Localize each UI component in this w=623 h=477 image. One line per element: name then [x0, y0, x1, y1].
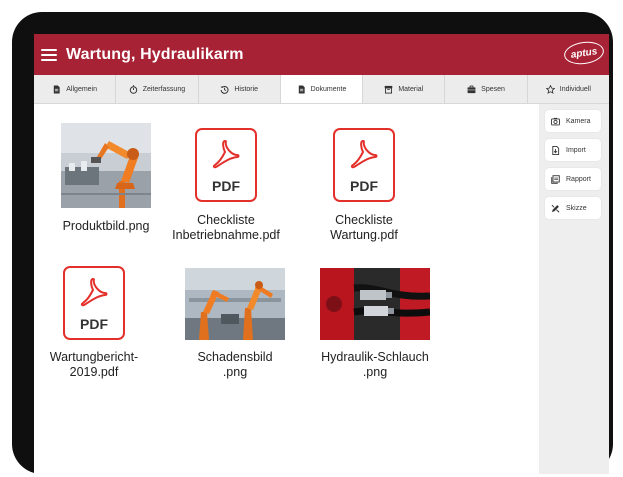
tab-historie[interactable]: Historie	[199, 75, 281, 103]
report-icon	[551, 174, 560, 184]
tab-material[interactable]: Material	[363, 75, 446, 103]
skizze-button[interactable]: Skizze	[545, 197, 601, 219]
aptus-logo: aptus	[562, 39, 606, 67]
file-name-line: Schadensbild	[197, 350, 273, 364]
sketch-icon	[551, 204, 560, 213]
tab-label: Historie	[234, 85, 259, 93]
import-button[interactable]: Import	[545, 139, 601, 161]
rapport-label: Rapport	[566, 175, 591, 183]
acrobat-icon	[80, 278, 108, 307]
file-tile-schadensbild[interactable]: Schadensbild .png	[170, 268, 300, 380]
file-name-line: 2019.pdf	[69, 365, 119, 379]
app-header: Wartung, Hydraulikarm aptus	[34, 34, 609, 75]
tab-label: Material	[398, 85, 424, 93]
pdf-file-icon: PDF	[333, 128, 395, 202]
pdf-file-icon: PDF	[195, 128, 257, 202]
tab-individuell[interactable]: Individuell	[528, 75, 609, 103]
file-name-line: Hydraulik-Schlauch	[321, 350, 429, 364]
document-icon	[54, 84, 60, 94]
skizze-label: Skizze	[566, 204, 587, 212]
product-image-thumbnail	[61, 123, 151, 208]
file-name: Schadensbild .png	[170, 350, 300, 380]
rapport-button[interactable]: Rapport	[545, 168, 601, 190]
tab-zeiterfassung[interactable]: Zeiterfassung	[116, 75, 199, 103]
pdf-label: PDF	[212, 178, 240, 194]
camera-label: Kamera	[566, 117, 591, 125]
file-name: Hydraulik-Schlauch .png	[310, 350, 440, 380]
file-name: Produktbild.png	[62, 219, 150, 233]
file-name: Checkliste Inbetriebnahme.pdf	[161, 213, 291, 243]
hydraulic-hose-image-thumbnail	[320, 268, 430, 340]
tab-label: Individuell	[559, 85, 591, 93]
app-screen: Wartung, Hydraulikarm aptus Allgemein Ze…	[34, 34, 609, 474]
file-name-line: Wartungbericht-	[49, 350, 139, 364]
action-sidebar: Kamera Import Rapport Skizze	[539, 104, 609, 474]
import-icon	[552, 145, 560, 155]
tab-label: Spesen	[481, 85, 505, 93]
file-name-line: .png	[222, 365, 248, 379]
briefcase-icon	[467, 85, 476, 93]
camera-icon	[551, 117, 560, 125]
pdf-file-icon: PDF	[63, 266, 125, 340]
document-grid: Produktbild.png PDF Checkliste Inbetrieb…	[34, 104, 539, 474]
history-icon	[220, 85, 229, 94]
tab-allgemein[interactable]: Allgemein	[34, 75, 117, 103]
menu-icon[interactable]	[41, 48, 57, 61]
stopwatch-icon	[129, 84, 137, 94]
damage-image-thumbnail	[185, 268, 285, 340]
tab-dokumente[interactable]: Dokumente	[280, 75, 364, 103]
file-tile-produktbild[interactable]: Produktbild.png	[41, 123, 171, 234]
tab-label: Zeiterfassung	[142, 85, 186, 93]
file-name: Wartungbericht- 2019.pdf	[34, 350, 159, 380]
tab-bar: Allgemein Zeiterfassung Historie Dokumen…	[34, 75, 609, 104]
tab-label: Allgemein	[66, 85, 98, 93]
file-name-line: Inbetriebnahme.pdf	[172, 228, 280, 242]
acrobat-icon	[212, 140, 240, 169]
pdf-label: PDF	[80, 316, 108, 332]
star-icon	[545, 84, 555, 94]
file-name-line: .png	[362, 365, 388, 379]
document-icon	[298, 84, 305, 94]
tablet-frame: Wartung, Hydraulikarm aptus Allgemein Ze…	[12, 12, 613, 474]
file-tile-checkliste-inbetriebnahme[interactable]: PDF Checkliste Inbetriebnahme.pdf	[161, 128, 291, 243]
import-label: Import	[566, 146, 586, 154]
file-name: Checkliste Wartung.pdf	[299, 213, 429, 243]
file-name-line: Checkliste	[197, 213, 255, 227]
box-icon	[385, 85, 393, 94]
acrobat-icon	[350, 140, 378, 169]
file-tile-checkliste-wartung[interactable]: PDF Checkliste Wartung.pdf	[299, 128, 429, 243]
file-name-line: Wartung.pdf	[330, 228, 398, 242]
page-title: Wartung, Hydraulikarm	[66, 45, 244, 63]
pdf-label: PDF	[350, 178, 378, 194]
tab-spesen[interactable]: Spesen	[445, 75, 528, 103]
file-tile-wartungbericht-2019[interactable]: PDF Wartungbericht- 2019.pdf	[34, 266, 159, 380]
camera-button[interactable]: Kamera	[545, 110, 601, 132]
file-name-line: Checkliste	[335, 213, 393, 227]
tab-label: Dokumente	[310, 85, 347, 93]
file-tile-hydraulik-schlauch[interactable]: Hydraulik-Schlauch .png	[310, 268, 440, 380]
